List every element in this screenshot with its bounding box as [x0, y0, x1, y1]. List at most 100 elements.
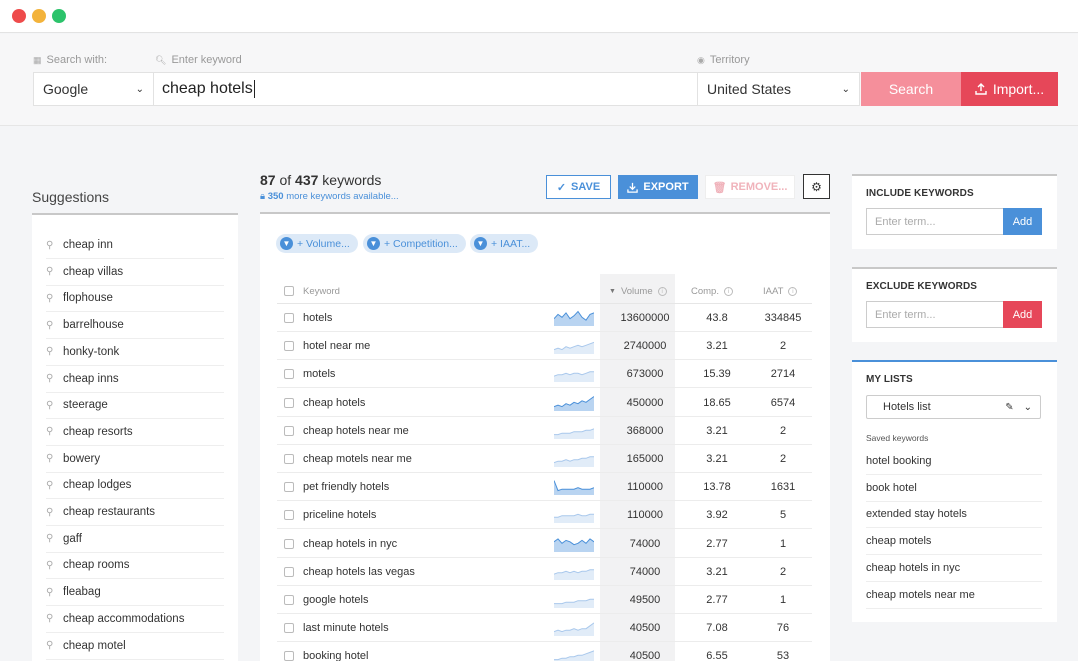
row-checkbox[interactable] [284, 623, 294, 634]
trend-sparkline [554, 569, 594, 580]
territory-select[interactable]: United States ⌄ [697, 72, 860, 106]
maximize-window-button[interactable] [52, 9, 66, 23]
search-button[interactable]: Search [861, 72, 961, 106]
info-icon: i [723, 287, 733, 296]
suggestion-item[interactable]: ⚲ cheap lodges [46, 472, 224, 500]
keyword-cell: motels [303, 368, 336, 381]
minimize-window-button[interactable] [32, 9, 46, 23]
row-checkbox[interactable] [284, 510, 294, 521]
filter-chip[interactable]: ▼ + Competition... [363, 234, 466, 253]
saved-keyword-item[interactable]: hotel booking [866, 448, 1042, 475]
search-engine-select[interactable]: Google ⌄ [33, 72, 154, 106]
include-term-input[interactable]: Enter term... [866, 208, 1004, 235]
table-row[interactable]: priceline hotels 110000 3.92 5 [277, 501, 812, 530]
suggestion-item[interactable]: ⚲ cheap villas [46, 259, 224, 286]
table-row[interactable]: cheap hotels near me 368000 3.21 2 [277, 417, 812, 445]
saved-keyword-item[interactable]: extended stay hotels [866, 501, 1042, 529]
volume-column-header[interactable]: ▼ Volume i [609, 286, 667, 297]
saved-keyword-item[interactable]: cheap motels [866, 528, 1042, 556]
suggestion-item[interactable]: ⚲ bowery [46, 446, 224, 473]
exclude-add-button[interactable]: Add [1003, 301, 1042, 328]
suggestion-item[interactable]: ⚲ cheap motel [46, 633, 224, 660]
keyword-column-header[interactable]: Keyword [303, 286, 340, 297]
row-checkbox[interactable] [284, 651, 294, 661]
suggestion-item[interactable]: ⚲ cheap inn [46, 232, 224, 259]
keyword-table-panel: Keyword ▼ Volume i Comp. i IAAT i hotels… [260, 212, 830, 661]
iaat-cell: 1631 [770, 481, 796, 494]
close-window-button[interactable] [12, 9, 26, 23]
trend-sparkline [554, 310, 594, 326]
table-row[interactable]: last minute hotels 40500 7.08 76 [277, 614, 812, 643]
row-checkbox[interactable] [284, 341, 294, 352]
grid-icon: ▦ [33, 54, 42, 65]
remove-button[interactable]: 🗑︎ REMOVE... [705, 175, 795, 199]
filter-chip[interactable]: ▼ + IAAT... [470, 234, 539, 253]
table-row[interactable]: hotel near me 2740000 3.21 2 [277, 332, 812, 361]
suggestion-item[interactable]: ⚲ cheap restaurants [46, 499, 224, 526]
suggestions-panel: ⚲ cheap inn ⚲ cheap villas ⚲ flophouse ⚲ barrel… [32, 213, 238, 661]
iaat-column-header[interactable]: IAAT i [763, 286, 798, 297]
upload-icon [975, 83, 987, 95]
table-row[interactable]: google hotels 49500 2.77 1 [277, 586, 812, 614]
table-row[interactable]: booking hotel 40500 6.55 53 [277, 642, 812, 661]
row-checkbox[interactable] [284, 397, 294, 408]
suggestion-item[interactable]: ⚲ honky-tonk [46, 339, 224, 366]
keyword-cell: hotel near me [303, 340, 371, 353]
suggestion-item[interactable]: ⚲ barrelhouse [46, 312, 224, 340]
row-checkbox[interactable] [284, 454, 294, 464]
exclude-term-input[interactable]: Enter term... [866, 301, 1004, 328]
iaat-cell: 5 [779, 509, 787, 522]
chevron-down-icon[interactable]: ⌄ [1024, 402, 1032, 413]
saved-keyword-item[interactable]: book hotel [866, 475, 1042, 502]
table-row[interactable]: pet friendly hotels 110000 13.78 1631 [277, 473, 812, 502]
table-row[interactable]: hotels 13600000 43.8 334845 [277, 304, 812, 332]
check-icon: ✓ [556, 181, 567, 194]
suggestion-item[interactable]: ⚲ cheap resorts [46, 419, 224, 446]
pencil-icon[interactable]: ✎ [1005, 402, 1013, 413]
my-lists-box: MY LISTS Hotels list ✎ ⌄ Saved keywords … [852, 360, 1057, 622]
table-row[interactable]: cheap hotels in nyc 74000 2.77 1 [277, 530, 812, 558]
suggestion-item[interactable]: ⚲ gaff [46, 526, 224, 553]
settings-button[interactable]: ⚙ [803, 174, 830, 199]
suggestion-item[interactable]: ⚲ cheap rooms [46, 552, 224, 580]
row-checkbox[interactable] [284, 595, 294, 605]
more-keywords-link[interactable]: 🔒︎ 350 more keywords available... [260, 191, 399, 202]
row-checkbox[interactable] [284, 538, 294, 549]
row-checkbox[interactable] [284, 482, 294, 493]
keyword-input[interactable]: cheap hotels [153, 72, 698, 106]
comp-cell: 3.21 [706, 453, 728, 465]
suggestion-item[interactable]: ⚲ cheap accommodations [46, 606, 224, 633]
filter-icon: ▼ [474, 237, 487, 250]
my-lists-title: MY LISTS [866, 374, 913, 385]
save-button[interactable]: ✓ SAVE [546, 175, 611, 199]
row-checkbox[interactable] [284, 369, 294, 380]
include-add-button[interactable]: Add [1003, 208, 1042, 235]
row-checkbox[interactable] [284, 313, 294, 323]
trend-sparkline [554, 622, 594, 637]
iaat-cell: 2714 [770, 368, 796, 381]
filter-chip[interactable]: ▼ + Volume... [276, 234, 358, 253]
saved-keyword-item[interactable]: cheap hotels in nyc [866, 555, 1042, 582]
suggestion-item[interactable]: ⚲ cheap inns [46, 366, 224, 393]
row-checkbox[interactable] [284, 425, 294, 436]
row-checkbox[interactable] [284, 566, 294, 577]
suggestion-item[interactable]: ⚲ fleabag [46, 579, 224, 607]
comp-cell: 3.92 [706, 509, 728, 522]
comp-column-header[interactable]: Comp. i [691, 286, 733, 297]
keyword-count: 87 of 437 keywords [260, 172, 382, 188]
saved-keyword-item[interactable]: cheap motels near me [866, 582, 1042, 609]
list-select[interactable]: Hotels list ✎ ⌄ [866, 395, 1041, 419]
suggestion-item[interactable]: ⚲ steerage [46, 392, 224, 420]
window-titlebar [0, 0, 1078, 33]
lock-icon: 🔒︎ [260, 191, 266, 202]
select-all-checkbox[interactable] [284, 286, 294, 296]
volume-cell: 368000 [626, 424, 664, 437]
table-row[interactable]: cheap hotels las vegas 74000 3.21 2 [277, 558, 812, 586]
suggestion-item[interactable]: ⚲ flophouse [46, 285, 224, 313]
table-row[interactable]: motels 673000 15.39 2714 [277, 360, 812, 389]
table-row[interactable]: cheap hotels 450000 18.65 6574 [277, 389, 812, 417]
volume-cell: 74000 [629, 565, 661, 578]
export-button[interactable]: EXPORT [618, 175, 698, 199]
import-button[interactable]: Import... [961, 72, 1058, 106]
table-row[interactable]: cheap motels near me 165000 3.21 2 [277, 445, 812, 473]
